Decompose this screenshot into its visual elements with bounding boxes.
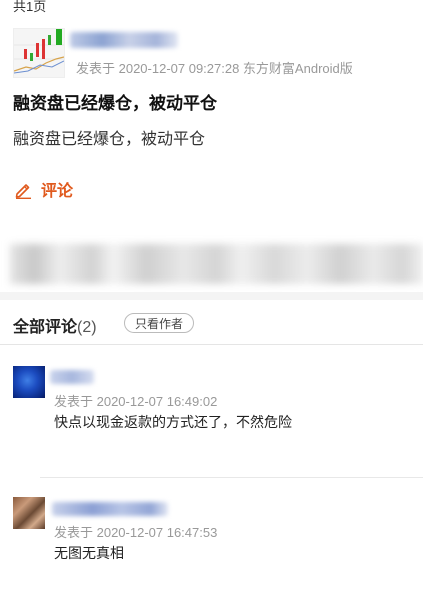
section-divider xyxy=(0,292,423,300)
post-title: 融资盘已经爆仓，被动平仓 xyxy=(13,94,217,113)
comment-avatar[interactable] xyxy=(13,497,45,529)
comment-divider xyxy=(40,477,423,478)
post-body: 融资盘已经爆仓，被动平仓 xyxy=(13,131,206,148)
pencil-icon xyxy=(15,184,31,199)
comment-text: 快点以现金返款的方式还了，不然危险 xyxy=(54,414,292,430)
comment-text: 无图无真相 xyxy=(54,545,124,561)
comment-meta: 发表于 2020-12-07 16:49:02 xyxy=(54,394,218,409)
tab-all-comments-label: 全部评论 xyxy=(13,319,78,336)
comment-meta: 发表于 2020-12-07 16:47:53 xyxy=(54,525,218,540)
comment-count: (2) xyxy=(77,319,97,336)
comment-label: 评论 xyxy=(41,183,74,200)
post-meta: 发表于 2020-12-07 09:27:28 东方财富Android版 xyxy=(76,61,353,76)
only-author-button[interactable]: 只看作者 xyxy=(124,313,194,333)
blurred-related-content xyxy=(10,244,423,284)
author-name-redacted[interactable] xyxy=(70,32,178,48)
tab-all-comments[interactable]: 全部评论(2) xyxy=(13,313,97,337)
comment-avatar[interactable] xyxy=(13,366,45,398)
comment-author-redacted[interactable] xyxy=(52,502,168,516)
comments-header: 全部评论(2) 只看作者 xyxy=(0,300,423,345)
author-avatar[interactable] xyxy=(13,28,65,78)
stock-chart-thumbnail-icon xyxy=(14,29,64,77)
page-count: 共1页 xyxy=(13,0,47,14)
comment-button[interactable]: 评论 xyxy=(13,178,73,200)
comment-author-redacted[interactable] xyxy=(50,370,94,384)
